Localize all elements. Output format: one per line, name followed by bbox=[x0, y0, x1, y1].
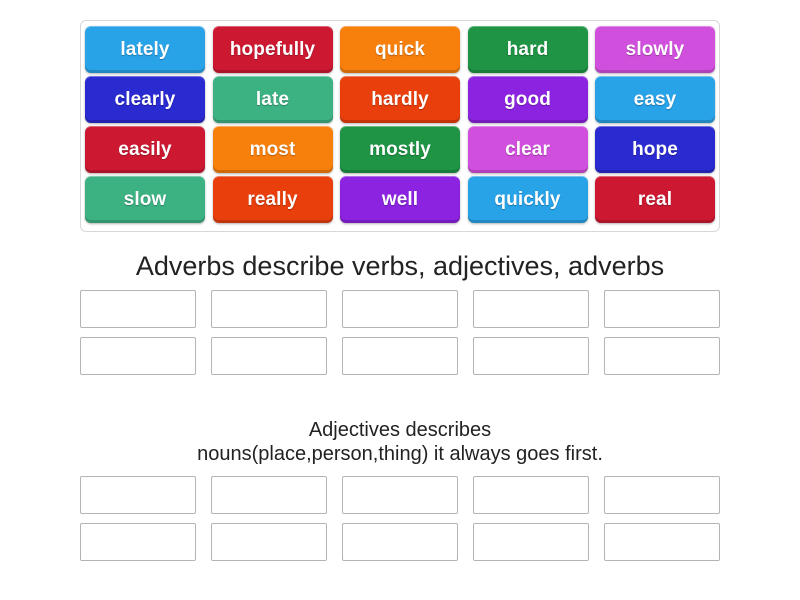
word-tile-easily[interactable]: easily bbox=[85, 126, 205, 173]
word-tile-quickly[interactable]: quickly bbox=[467, 176, 588, 223]
drop-slot[interactable] bbox=[211, 475, 327, 514]
word-tile-mostly[interactable]: mostly bbox=[340, 126, 460, 173]
word-tile-easy[interactable]: easy bbox=[595, 76, 715, 123]
slot-row bbox=[80, 289, 720, 328]
drop-slot[interactable] bbox=[473, 289, 589, 328]
word-tile-hard[interactable]: hard bbox=[467, 26, 588, 73]
word-tile-well[interactable]: well bbox=[340, 176, 460, 223]
drop-slot[interactable] bbox=[604, 475, 720, 514]
drop-slot[interactable] bbox=[604, 289, 720, 328]
word-tile-lately[interactable]: lately bbox=[85, 26, 205, 73]
drop-slot[interactable] bbox=[80, 475, 196, 514]
tile-row: slow really well quickly real bbox=[85, 176, 715, 225]
word-tile-hardly[interactable]: hardly bbox=[340, 76, 460, 123]
group-title: Adverbs describe verbs, adjectives, adve… bbox=[135, 251, 665, 281]
slot-row bbox=[80, 475, 720, 514]
word-tile-hope[interactable]: hope bbox=[595, 126, 715, 173]
slot-row bbox=[80, 522, 720, 561]
activity-canvas: lately hopefully quick hard slowly clearly lat… bbox=[0, 0, 800, 600]
drop-slot[interactable] bbox=[604, 336, 720, 375]
drop-slot[interactable] bbox=[342, 289, 458, 328]
group-section-adjectives: Adjectives describes nouns(place,person,t… bbox=[80, 418, 720, 561]
word-tile-real[interactable]: real bbox=[595, 176, 715, 223]
drop-slot[interactable] bbox=[342, 336, 458, 375]
drop-slot[interactable] bbox=[342, 522, 458, 561]
drop-slot[interactable] bbox=[80, 522, 196, 561]
word-tile-clear[interactable]: clear bbox=[467, 126, 588, 173]
word-tile-most[interactable]: most bbox=[212, 126, 333, 173]
drop-slot[interactable] bbox=[473, 475, 589, 514]
tile-row: lately hopefully quick hard slowly bbox=[85, 26, 715, 75]
word-tile-slowly[interactable]: slowly bbox=[595, 26, 715, 73]
word-tile-quick[interactable]: quick bbox=[340, 26, 460, 73]
word-tile-clearly[interactable]: clearly bbox=[85, 76, 205, 123]
word-tile-really[interactable]: really bbox=[212, 176, 333, 223]
drop-slot[interactable] bbox=[473, 336, 589, 375]
word-tile-good[interactable]: good bbox=[467, 76, 588, 123]
group-title: Adjectives describes nouns(place,person,t… bbox=[197, 419, 603, 466]
tile-row: clearly late hardly good easy bbox=[85, 76, 715, 125]
word-tile-late[interactable]: late bbox=[212, 76, 333, 123]
drop-slot[interactable] bbox=[80, 336, 196, 375]
tile-row: easily most mostly clear hope bbox=[85, 126, 715, 175]
drop-slot[interactable] bbox=[211, 522, 327, 561]
group-drop-slots bbox=[80, 475, 720, 561]
word-bank-panel: lately hopefully quick hard slowly clearly lat… bbox=[80, 20, 720, 232]
word-tile-slow[interactable]: slow bbox=[85, 176, 205, 223]
drop-slot[interactable] bbox=[473, 522, 589, 561]
drop-slot[interactable] bbox=[80, 289, 196, 328]
group-drop-slots bbox=[80, 289, 720, 375]
word-tile-hopefully[interactable]: hopefully bbox=[212, 26, 333, 73]
drop-slot[interactable] bbox=[211, 289, 327, 328]
group-section-adverbs: Adverbs describe verbs, adjectives, adve… bbox=[80, 252, 720, 375]
drop-slot[interactable] bbox=[211, 336, 327, 375]
slot-row bbox=[80, 336, 720, 375]
drop-slot[interactable] bbox=[342, 475, 458, 514]
drop-slot[interactable] bbox=[604, 522, 720, 561]
